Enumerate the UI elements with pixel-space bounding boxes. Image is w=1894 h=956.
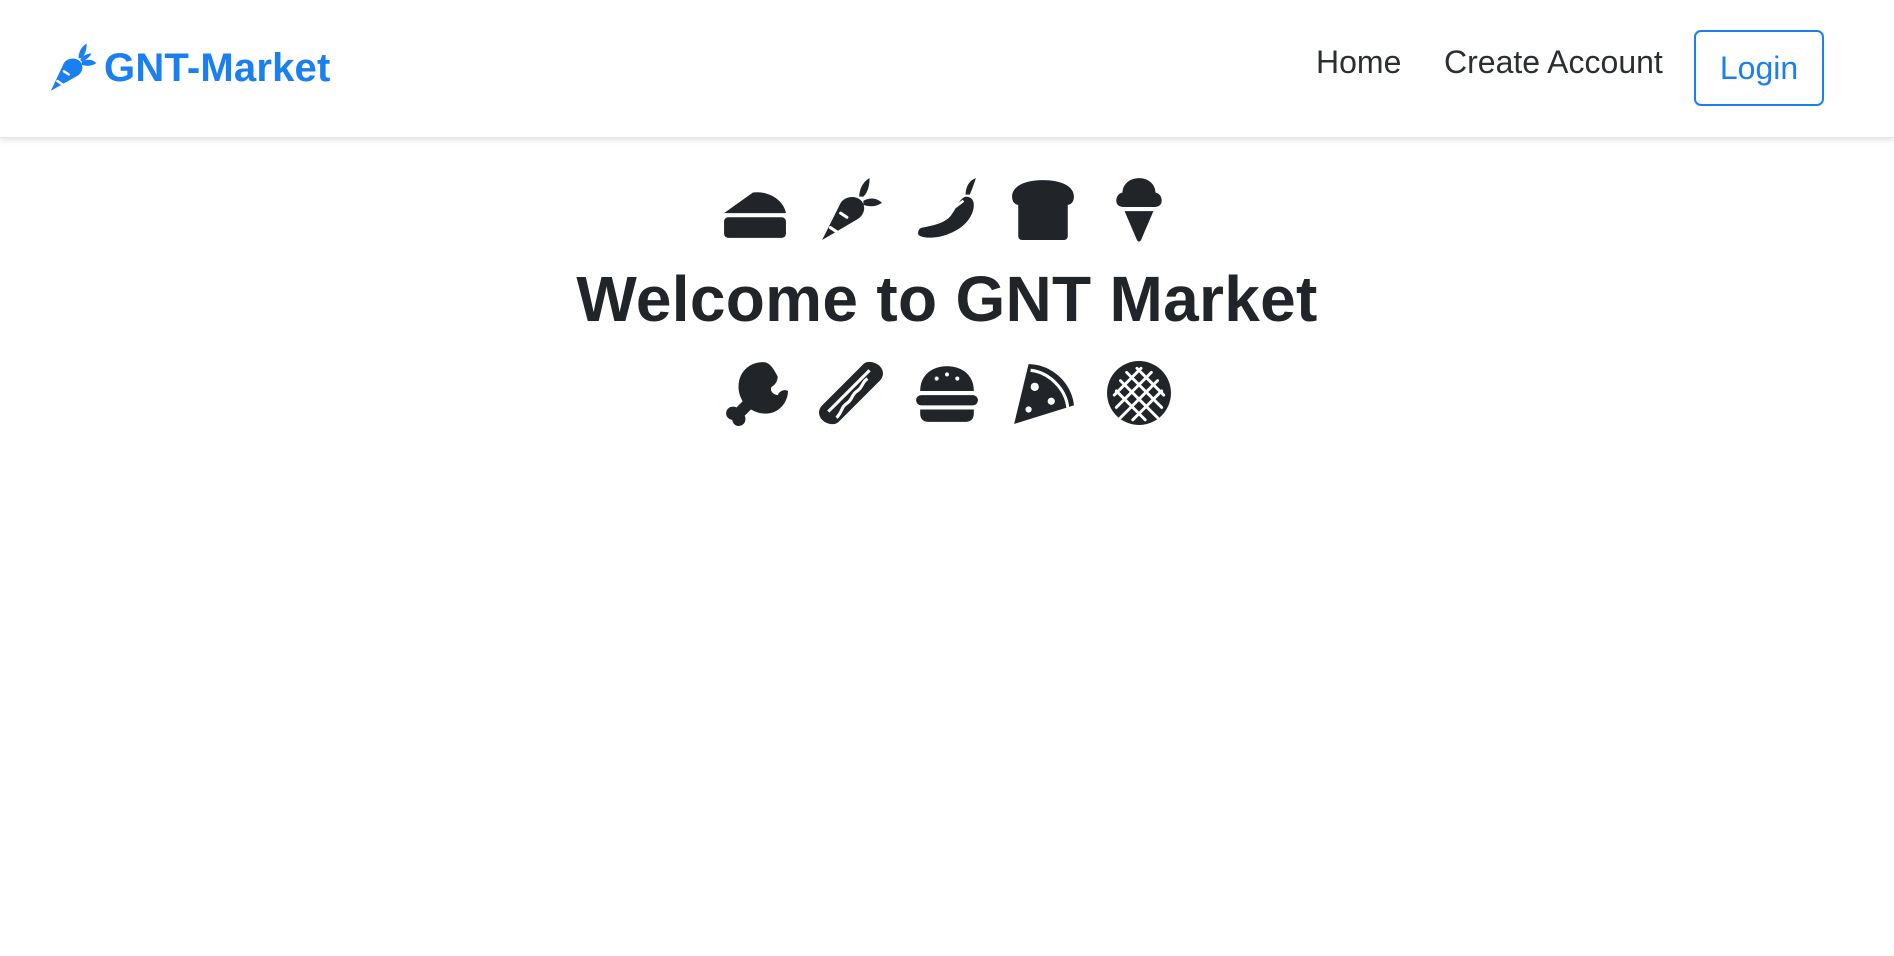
- pizza-icon: [1010, 360, 1076, 426]
- navbar: GNT-Market Home Create Account Login: [0, 0, 1894, 138]
- bread-icon: [1010, 176, 1076, 242]
- welcome-heading: Welcome to GNT Market: [576, 263, 1318, 335]
- pepper-icon: [914, 176, 980, 242]
- drumstick-icon: [722, 360, 788, 426]
- carrot-icon: [46, 42, 98, 94]
- food-icons-bottom: [0, 360, 1894, 426]
- login-button[interactable]: Login: [1694, 30, 1824, 106]
- nav-link-create-account[interactable]: Create Account: [1444, 44, 1663, 81]
- hotdog-icon: [818, 360, 884, 426]
- carrot-icon: [818, 176, 884, 242]
- nav-link-home[interactable]: Home: [1316, 44, 1401, 81]
- brand-link[interactable]: GNT-Market: [46, 42, 331, 94]
- brand-title: GNT-Market: [104, 45, 331, 90]
- cheese-icon: [722, 176, 788, 242]
- hamburger-icon: [914, 360, 980, 426]
- food-icons-top: [0, 176, 1894, 242]
- cookie-icon: [1106, 360, 1172, 426]
- ice-cream-icon: [1106, 176, 1172, 242]
